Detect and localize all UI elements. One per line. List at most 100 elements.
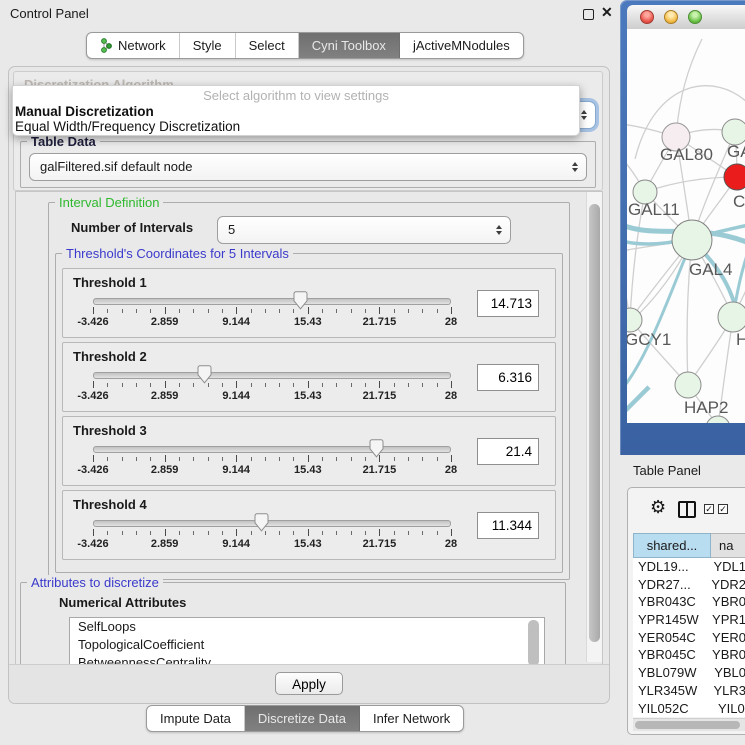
cyni-toolbox-panel: Discretization Algorithm Table Data galF… [8,66,610,704]
table-data-selected-value: galFiltered.sif default node [40,154,192,180]
node-label: GAL80 [660,145,713,164]
dropdown-option-manual[interactable]: Manual Discretization [13,104,579,119]
slider-axis-labels: -3.426 2.859 9.144 15.43 21.715 28 [93,464,451,476]
threshold-2-value-field[interactable] [477,364,539,391]
slider-track[interactable] [93,520,451,527]
threshold-1-value-field[interactable] [477,290,539,317]
node-h-partial[interactable] [718,302,745,332]
threshold-2-label: Threshold 2 [73,349,147,364]
slider-axis-labels: -3.426 2.859 9.144 15.43 21.715 28 [93,316,451,328]
threshold-1-panel: Threshold 1 -3.426 2.859 9.144 [62,268,556,338]
threshold-1-slider: -3.426 2.859 9.144 15.43 21.715 28 [93,298,451,328]
threshold-2-panel: Threshold 2 -3.426 2.859 9.144 [62,342,556,412]
table-row[interactable]: YBR043CYBR0 [633,593,745,611]
node-label: HAP2 [684,398,728,417]
cyni-bottom-tab-bar: Impute Data Discretize Data Infer Networ… [146,705,464,732]
panel-scrollbar[interactable] [586,192,602,662]
zoom-traffic-light-icon[interactable] [688,10,702,24]
columns-icon[interactable] [678,501,696,518]
table-row[interactable]: YER054CYER0 [633,629,745,647]
window-title: Control Panel [10,6,89,21]
apply-button[interactable]: Apply [275,672,343,695]
slider-ticks [93,381,451,390]
threshold-3-label: Threshold 3 [73,423,147,438]
table-row[interactable]: YPR145WYPR1 [633,611,745,629]
list-item[interactable]: SelfLoops [70,618,544,636]
table-row[interactable]: YIL052CYIL0 [633,700,745,718]
minimize-traffic-light-icon[interactable] [664,10,678,24]
checkbox-icon[interactable]: ✓ [718,504,728,514]
slider-axis-labels: -3.426 2.859 9.144 15.43 21.715 28 [93,390,451,402]
combo-arrows-icon [581,110,587,120]
attributes-group-title: Attributes to discretize [27,575,163,590]
network-window-titlebar [627,5,745,30]
tab-network-label: Network [118,38,166,53]
node-table-box: ⚙ ✓ ✓ shared... na YDL19...YDL1 YDR27...… [627,487,745,735]
node-bottom-partial[interactable] [706,416,730,423]
node-red-selected[interactable] [724,164,745,190]
table-row[interactable]: YLR345WYLR3 [633,682,745,700]
attributes-group: Attributes to discretize Numerical Attri… [20,582,566,665]
control-panel-tab-bar: Network Style Select Cyni Toolbox jActiv… [86,32,524,59]
threshold-3-panel: Threshold 3 -3.426 2.859 9.144 [62,416,556,486]
node-label: GA [727,142,745,161]
close-traffic-light-icon[interactable] [640,10,654,24]
dropdown-placeholder: Select algorithm to view settings [13,88,579,104]
node-hap2[interactable] [675,372,701,398]
slider-track[interactable] [93,446,451,453]
tab-select[interactable]: Select [236,33,299,58]
network-canvas[interactable]: GAL80 GA C GAL11 GAL4 GCY1 H HAP2 [627,29,745,423]
table-panel-title: Table Panel [633,463,701,478]
tab-network[interactable]: Network [87,33,180,58]
table-row[interactable]: YDL19...YDL1 [633,558,745,576]
gear-icon[interactable]: ⚙ [650,497,666,517]
panel-scrollbar-thumb[interactable] [589,204,600,642]
node-gal4[interactable] [672,220,712,260]
column-header-name[interactable]: na [711,533,745,558]
algorithm-dropdown-popup: Select algorithm to view settings Manual… [12,85,580,136]
slider-track[interactable] [93,372,451,379]
table-data-combobox[interactable]: galFiltered.sif default node [29,153,587,181]
table-body: YDL19...YDL1 YDR27...YDR2 YBR043CYBR0 YP… [633,558,745,717]
thresholds-group-title: Threshold's Coordinates for 5 Intervals [62,246,293,261]
tab-infer-network[interactable]: Infer Network [360,706,463,731]
num-intervals-label: Number of Intervals [71,220,193,235]
thresholds-group: Threshold's Coordinates for 5 Intervals … [55,253,563,573]
tab-jactivemnodules[interactable]: jActiveMNodules [400,33,523,58]
node-label: GCY1 [627,330,671,349]
node-label: C [733,192,745,211]
slider-axis-labels: -3.426 2.859 9.144 15.43 21.715 28 [93,538,451,550]
float-window-icon[interactable] [583,9,594,20]
table-header-row: shared... na [633,533,745,558]
close-icon[interactable]: ✕ [601,4,613,21]
table-row[interactable]: YBL079WYBL0 [633,664,745,682]
tab-impute-data[interactable]: Impute Data [147,706,245,731]
node-label: GAL4 [689,260,732,279]
slider-track[interactable] [93,298,451,305]
threshold-4-value-field[interactable] [477,512,539,539]
table-row[interactable]: YBR045CYBR0 [633,646,745,664]
tab-discretize-data[interactable]: Discretize Data [245,706,360,731]
list-item[interactable]: TopologicalCoefficient [70,636,544,654]
threshold-3-slider: -3.426 2.859 9.144 15.43 21.715 28 [93,446,451,476]
list-scrollbar-thumb[interactable] [528,620,539,665]
slider-ticks [93,455,451,464]
node-gcy1[interactable] [627,308,642,332]
dropdown-option-equal-width[interactable]: Equal Width/Frequency Discretization [13,119,579,134]
tab-cyni-toolbox[interactable]: Cyni Toolbox [299,33,400,58]
table-row[interactable]: YDR27...YDR2 [633,576,745,594]
column-header-shared[interactable]: shared... [633,533,711,558]
tab-style[interactable]: Style [180,33,236,58]
threshold-3-value-field[interactable] [477,438,539,465]
node-label: GAL11 [628,200,680,219]
apply-row: Apply [9,664,609,703]
num-intervals-value: 5 [228,217,235,243]
checkbox-icon[interactable]: ✓ [704,504,714,514]
table-horizontal-scrollbar-thumb[interactable] [635,721,740,729]
table-horizontal-scrollbar[interactable] [633,718,745,731]
slider-ticks [93,529,451,538]
num-intervals-combobox[interactable]: 5 [217,216,511,244]
threshold-1-label: Threshold 1 [73,275,147,290]
network-icon [100,36,113,59]
combo-arrows-icon [572,162,578,172]
